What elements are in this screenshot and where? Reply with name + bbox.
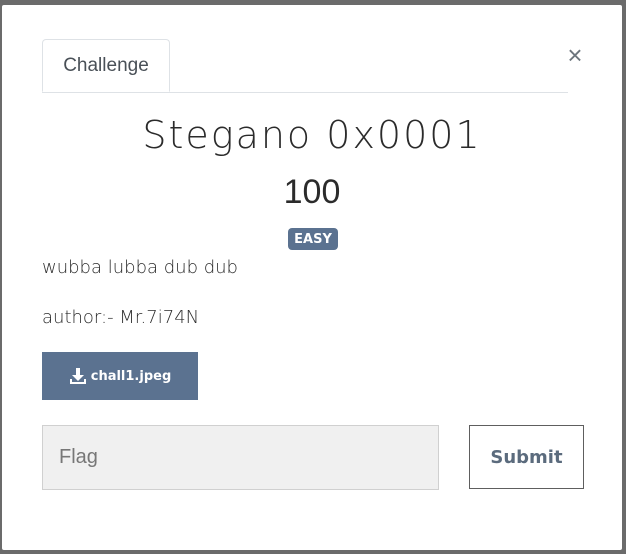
challenge-title: Stegano 0x0001: [142, 113, 482, 157]
submit-button[interactable]: Submit: [469, 425, 584, 489]
author-line: author:- Mr.7i74N: [42, 307, 200, 328]
tab-challenge[interactable]: Challenge: [42, 39, 170, 92]
file-name: chall1.jpeg: [90, 368, 172, 384]
submit-label: Submit: [490, 446, 563, 468]
challenge-points: 100: [283, 173, 341, 211]
description-line: wubba lubba dub dub: [42, 257, 238, 278]
download-icon: [69, 367, 87, 385]
challenge-modal: Challenge × Stegano 0x0001 100 EASY wubb…: [2, 5, 622, 550]
flag-input[interactable]: [42, 425, 439, 490]
close-button[interactable]: ×: [561, 39, 589, 70]
download-file-button[interactable]: chall1.jpeg: [42, 352, 198, 400]
close-icon: ×: [567, 39, 583, 70]
modal-tabs: Challenge: [42, 39, 568, 93]
difficulty-badge: EASY: [288, 228, 338, 250]
tab-challenge-label: Challenge: [63, 54, 149, 76]
